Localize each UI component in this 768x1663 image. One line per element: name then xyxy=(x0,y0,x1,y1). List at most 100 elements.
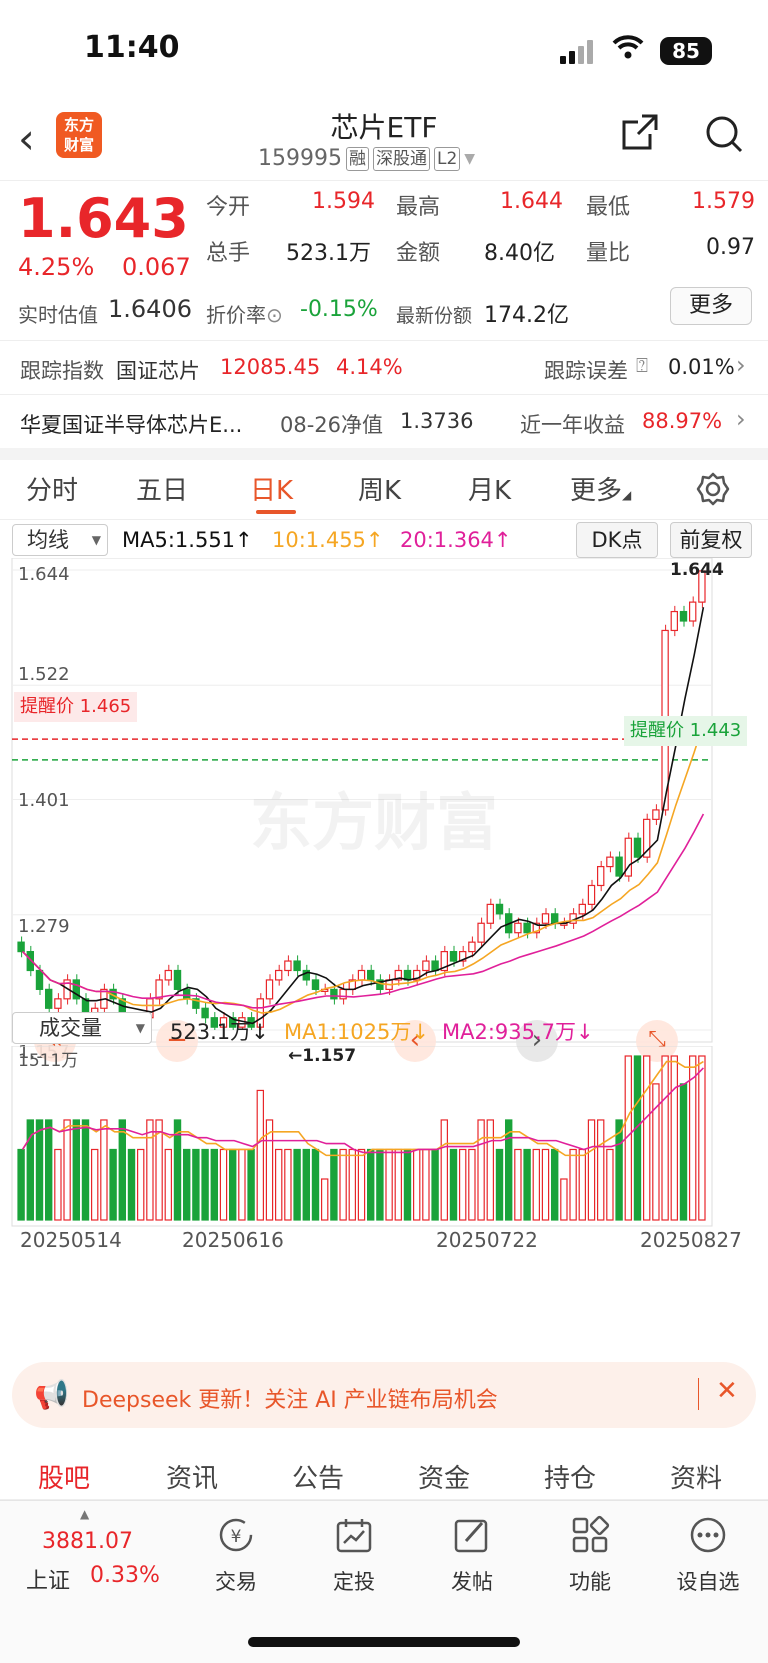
tab-five-day[interactable]: 五日 xyxy=(136,470,188,507)
dk-point-button[interactable]: DK点 xyxy=(576,522,658,558)
candle xyxy=(339,988,347,1000)
info-icon[interactable]: ⊙ xyxy=(266,303,283,327)
alert-price-lower[interactable]: 提醒价 1.443 xyxy=(624,716,748,746)
candle xyxy=(587,884,596,905)
index-ticker[interactable]: ▲ 3881.07 上证 0.33% xyxy=(20,1507,160,1597)
tab-more[interactable]: 更多◢ xyxy=(570,470,631,507)
tab-profile[interactable]: 资料 xyxy=(670,1458,722,1495)
candle xyxy=(293,960,301,972)
volume-bar xyxy=(449,1148,458,1221)
candle xyxy=(486,903,495,924)
tab-forum[interactable]: 股吧 xyxy=(38,1458,90,1495)
share-icon[interactable] xyxy=(620,112,660,152)
candle xyxy=(311,979,320,990)
more-button[interactable]: 更多 xyxy=(670,287,752,325)
close-icon[interactable]: ✕ xyxy=(716,1376,738,1406)
ratio-label: 量比 xyxy=(586,241,631,266)
tab-news[interactable]: 资讯 xyxy=(166,1458,218,1495)
tab-intraday[interactable]: 分时 xyxy=(26,470,78,507)
tracking-row[interactable]: 跟踪指数 国证芯片 12085.45 4.14% 跟踪误差 ⍰ 0.01% › xyxy=(0,340,768,394)
tab-funds[interactable]: 资金 xyxy=(418,1458,470,1495)
candle xyxy=(550,913,559,924)
nav-trade-label: 交易 xyxy=(215,1570,257,1594)
volume-bar xyxy=(596,1119,605,1221)
tab-daily-k[interactable]: 日K xyxy=(250,470,293,507)
volume-bar xyxy=(477,1119,485,1221)
candle xyxy=(275,969,283,981)
tracking-index-pct: 4.14% xyxy=(336,355,403,379)
volume-bar xyxy=(357,1148,366,1221)
nav-watchlist-label: 设自选 xyxy=(676,1570,740,1594)
candle xyxy=(164,969,172,981)
tag-margin: 融 xyxy=(345,146,369,171)
candle xyxy=(431,960,439,972)
volume-bar xyxy=(137,1148,145,1221)
settings-icon[interactable] xyxy=(696,472,730,510)
volume-bar xyxy=(541,1148,550,1221)
chevron-down-icon[interactable]: ▼ xyxy=(464,151,475,167)
volume-bar xyxy=(293,1148,301,1221)
adjust-button[interactable]: 前复权 xyxy=(670,522,752,558)
volume-bar xyxy=(210,1148,218,1221)
candle xyxy=(284,960,292,972)
tracking-label: 跟踪指数 xyxy=(20,359,104,383)
ma-selector[interactable]: 均线 ▼ xyxy=(12,524,108,556)
search-icon[interactable] xyxy=(704,114,744,154)
volume-bar xyxy=(679,1083,688,1221)
volume-bar xyxy=(459,1148,467,1221)
y-tick-label: 1.644 xyxy=(18,564,70,585)
volume-value: 523.1万 xyxy=(286,241,371,266)
volume-bar xyxy=(560,1178,568,1221)
tab-weekly-k[interactable]: 周K xyxy=(358,470,401,507)
y-tick-label: 1.522 xyxy=(18,664,70,685)
candle xyxy=(514,922,522,934)
volume-selector[interactable]: 成交量 ▼ xyxy=(12,1012,152,1044)
ma5-value: MA5:1.551↑ xyxy=(122,528,253,552)
ma10-value: 10:1.455↑ xyxy=(272,528,384,552)
volume-chart[interactable] xyxy=(0,1046,768,1246)
nav-trade[interactable]: ¥ 交易 xyxy=(196,1515,276,1596)
fund-row[interactable]: 华夏国证半导体芯片E... 08-26净值 1.3736 近一年收益 88.97… xyxy=(0,394,768,448)
volume-bar xyxy=(35,1119,44,1221)
nav-watchlist[interactable]: 设自选 xyxy=(668,1515,748,1596)
ma20-value: 20:1.364↑ xyxy=(400,528,512,552)
tab-monthly-k[interactable]: 月K xyxy=(468,470,511,507)
tab-more-label: 更多 xyxy=(570,476,623,506)
nav-post[interactable]: 发帖 xyxy=(432,1515,512,1596)
help-icon[interactable]: ⍰ xyxy=(636,353,648,377)
tracking-error-label: 跟踪误差 xyxy=(544,359,628,383)
nav-functions[interactable]: 功能 xyxy=(550,1515,630,1596)
volume-bar xyxy=(17,1148,25,1221)
candle xyxy=(652,809,660,820)
fund-return-value: 88.97% xyxy=(642,409,723,433)
x-tick-label: 20250514 xyxy=(20,1228,122,1252)
promo-banner[interactable]: 📢 Deepseek 更新！关注 AI 产业链布局机会 ✕ xyxy=(12,1362,756,1428)
kline-chart-area: 均线 ▼ MA5:1.551↑ 10:1.455↑ 20:1.364↑ DK点 前… xyxy=(0,520,768,1320)
high-value: 1.644 xyxy=(500,189,563,214)
low-label: 最低 xyxy=(586,195,631,220)
volume-bar xyxy=(422,1148,430,1221)
candle xyxy=(468,941,476,953)
trade-icon: ¥ xyxy=(219,1518,253,1552)
volume-bar xyxy=(109,1148,117,1221)
volume-bar xyxy=(247,1148,255,1221)
nav-invest[interactable]: 定投 xyxy=(314,1515,394,1596)
tab-holdings[interactable]: 持仓 xyxy=(544,1458,596,1495)
volume-bar xyxy=(275,1148,283,1221)
more-dots-icon xyxy=(690,1517,726,1553)
volume-bar xyxy=(90,1148,99,1221)
tab-announcement[interactable]: 公告 xyxy=(292,1458,344,1495)
candle xyxy=(541,913,550,924)
fund-name: 华夏国证半导体芯片E... xyxy=(20,413,243,437)
calendar-chart-icon xyxy=(336,1519,372,1553)
volume-bar xyxy=(72,1119,80,1221)
candle xyxy=(688,601,697,622)
open-value: 1.594 xyxy=(312,189,375,214)
alert-price-upper[interactable]: 提醒价 1.465 xyxy=(14,692,138,722)
chevron-right-icon: › xyxy=(736,405,746,433)
volume-bar xyxy=(256,1089,265,1221)
open-label: 今开 xyxy=(206,195,251,220)
grid-icon xyxy=(572,1515,610,1553)
edit-icon xyxy=(454,1519,488,1553)
volume-bar xyxy=(201,1148,209,1221)
